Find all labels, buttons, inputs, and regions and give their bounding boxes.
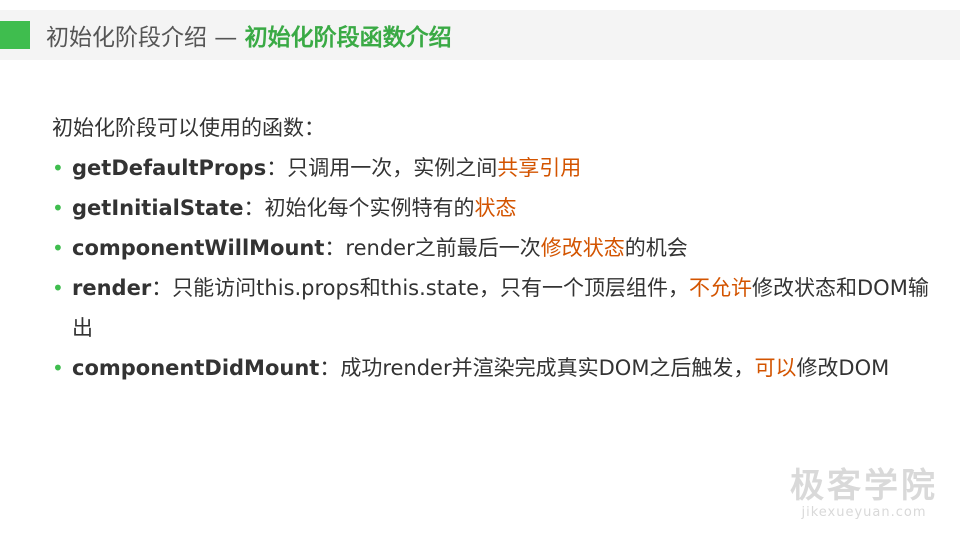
function-name: getDefaultProps — [72, 156, 267, 180]
list-item-componentdidmount: • componentDidMount：成功render并渲染完成真实DOM之后触… — [52, 348, 932, 388]
separator: ： — [319, 356, 341, 380]
highlight-text: 可以 — [754, 356, 797, 380]
list-item-getinitialstate: • getInitialState：初始化每个实例特有的状态 — [52, 188, 932, 228]
highlight-text: 共享引用 — [497, 156, 582, 180]
description: render之前最后一次 — [345, 236, 541, 260]
bullet-dot-icon: • — [52, 196, 64, 220]
function-name: render — [72, 276, 152, 300]
highlight-text: 不允许 — [689, 276, 752, 300]
intro-text: 初始化阶段可以使用的函数： — [52, 116, 325, 140]
function-name: getInitialState — [72, 196, 244, 220]
separator: ： — [324, 236, 346, 260]
header-accent-bar — [0, 21, 30, 49]
function-list: • getDefaultProps：只调用一次，实例之间共享引用 • getInit… — [52, 148, 932, 388]
list-item-render: • render：只能访问this.props和this.state，只有一个顶层… — [52, 268, 932, 348]
description: 只能访问this.props和this.state，只有一个顶层组件， — [172, 276, 689, 300]
function-name: componentDidMount — [72, 356, 320, 380]
bullet-dot-icon: • — [52, 156, 64, 180]
slide-title: 初始化阶段介绍 — 初始化阶段函数介绍 — [46, 18, 452, 52]
section-title: 初始化阶段介绍 — — [46, 25, 245, 51]
description: 成功render并渲染完成真实DOM之后触发， — [340, 356, 755, 380]
bullet-dot-icon: • — [52, 236, 64, 260]
bullet-dot-icon: • — [52, 356, 64, 380]
function-name: componentWillMount — [72, 236, 325, 260]
highlight-text: 状态 — [474, 196, 517, 220]
description: 初始化每个实例特有的 — [264, 196, 475, 220]
highlight-text: 修改状态 — [540, 236, 625, 260]
slide-content: 初始化阶段可以使用的函数： • getDefaultProps：只调用一次，实例之… — [52, 108, 932, 388]
list-item-componentwillmount: • componentWillMount：render之前最后一次修改状态的机会 — [52, 228, 932, 268]
section-subtitle: 初始化阶段函数介绍 — [244, 25, 452, 51]
slide-header: 初始化阶段介绍 — 初始化阶段函数介绍 — [0, 10, 960, 60]
description-tail: 的机会 — [624, 236, 688, 260]
watermark-name: 极客学院 — [790, 466, 938, 506]
watermark-logo: 极客学院 jikexueyuan.com — [790, 467, 938, 520]
watermark-url: jikexueyuan.com — [801, 505, 927, 520]
separator: ： — [266, 156, 288, 180]
description: 只调用一次，实例之间 — [287, 156, 498, 180]
list-item-getdefaultprops: • getDefaultProps：只调用一次，实例之间共享引用 — [52, 148, 932, 188]
bullet-dot-icon: • — [52, 276, 64, 300]
separator: ： — [151, 276, 173, 300]
description-tail: 修改DOM — [796, 356, 890, 380]
separator: ： — [243, 196, 265, 220]
